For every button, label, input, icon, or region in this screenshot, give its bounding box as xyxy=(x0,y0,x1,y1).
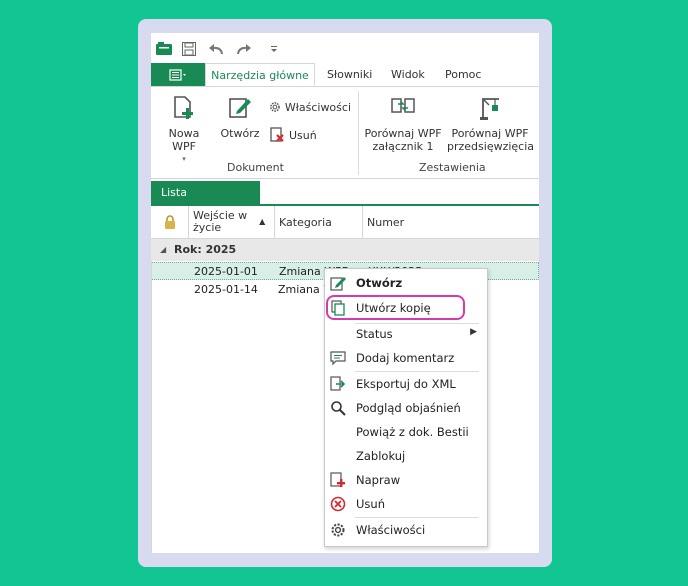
document-tab-strip: Lista dokumentów xyxy=(151,179,539,222)
file-menu-icon xyxy=(169,68,186,81)
ribbon-separator xyxy=(358,91,359,175)
highlight-outline xyxy=(326,295,465,320)
menu-item-add-comment[interactable]: Dodaj komentarz xyxy=(325,347,487,369)
menu-item-add-comment-label: Dodaj komentarz xyxy=(356,351,455,365)
tab-lista-dokumentow[interactable]: Lista dokumentów xyxy=(151,181,260,222)
column-effective-date[interactable]: Wejście w życie ▲ xyxy=(189,206,275,238)
group-row-year[interactable]: ◢ Rok: 2025 xyxy=(151,239,539,261)
properties-label: Właściwości xyxy=(284,100,351,114)
menu-item-properties[interactable]: Właściwości xyxy=(325,519,487,541)
app-icon[interactable] xyxy=(156,41,172,57)
delete-label: Usuń xyxy=(289,128,317,142)
properties-button[interactable]: Właściwości xyxy=(269,99,351,115)
ribbon-panel: Nowa WPF ▾ Otwórz Właściwości Usuń Dokum… xyxy=(151,87,539,179)
grid-header: Wejście w życie ▲ Kategoria Numer xyxy=(151,206,539,239)
ribbon-tab-bar: Narzędzia główne Słowniki Widok Pomoc xyxy=(151,63,539,87)
repair-icon xyxy=(330,472,346,488)
menu-item-lock-label: Zablokuj xyxy=(356,449,406,463)
tab-narzedzia-glowne[interactable]: Narzędzia główne xyxy=(205,63,315,86)
open-label: Otwórz xyxy=(220,127,260,140)
compare-project-line1: Porównaj WPF xyxy=(451,127,529,140)
export-icon xyxy=(330,376,346,392)
menu-item-lock[interactable]: Zablokuj xyxy=(325,445,487,467)
new-wpf-button[interactable]: Nowa WPF ▾ xyxy=(157,93,211,166)
menu-item-status[interactable]: Status ▶ xyxy=(325,323,487,345)
menu-item-open[interactable]: Otwórz xyxy=(325,272,487,294)
menu-item-delete-label: Usuń xyxy=(356,497,385,511)
menu-item-repair-label: Napraw xyxy=(356,473,401,487)
quick-access-toolbar xyxy=(151,33,539,63)
new-document-icon xyxy=(157,93,211,123)
undo-icon[interactable] xyxy=(207,41,225,57)
collapse-group-icon[interactable]: ◢ xyxy=(160,239,166,261)
customize-icon[interactable] xyxy=(269,41,279,57)
menu-item-delete[interactable]: Usuń xyxy=(325,493,487,515)
crane-icon xyxy=(447,93,533,123)
compare-wpf-project-button[interactable]: Porównaj WPF przedsięwzięcia xyxy=(447,93,535,153)
menu-item-preview-label: Podgląd objaśnień xyxy=(356,401,461,415)
gear-icon xyxy=(330,522,346,538)
magnifier-icon xyxy=(330,400,346,416)
cell-date: 2025-01-01 xyxy=(194,265,258,278)
compare-appendix-line2: załącznik 1 xyxy=(372,140,434,153)
redo-icon[interactable] xyxy=(235,41,253,57)
new-wpf-label: Nowa WPF xyxy=(168,127,200,153)
column-number[interactable]: Numer xyxy=(363,206,539,238)
file-menu-button[interactable] xyxy=(151,63,205,86)
menu-item-status-label: Status xyxy=(356,327,393,341)
menu-separator xyxy=(355,517,479,518)
tab-widok[interactable]: Widok xyxy=(391,63,425,86)
compare-project-line2: przedsięwzięcia xyxy=(447,140,535,153)
gear-icon xyxy=(270,102,280,112)
tab-pomoc[interactable]: Pomoc xyxy=(445,63,481,86)
menu-item-repair[interactable]: Napraw xyxy=(325,469,487,491)
cell-date: 2025-01-14 xyxy=(194,283,258,296)
column-category[interactable]: Kategoria xyxy=(275,206,363,238)
group-reports-label: Zestawienia xyxy=(419,161,486,174)
tab-slowniki[interactable]: Słowniki xyxy=(327,63,372,86)
delete-button[interactable]: Usuń xyxy=(269,127,329,143)
open-button[interactable]: Otwórz xyxy=(219,93,261,140)
group-document-label: Dokument xyxy=(227,161,284,174)
menu-item-properties-label: Właściwości xyxy=(356,523,426,537)
compare-appendix-line1: Porównaj WPF xyxy=(364,127,442,140)
lock-icon xyxy=(164,215,175,229)
grid-left-border xyxy=(151,261,152,553)
save-icon[interactable] xyxy=(181,41,197,57)
menu-separator xyxy=(355,371,479,372)
column-effective-date-line2: życie xyxy=(193,221,222,234)
edit-document-icon xyxy=(219,93,261,123)
menu-item-export-xml-label: Eksportuj do XML xyxy=(356,377,456,391)
menu-item-link-bestia-label: Powiąż z dok. Bestii xyxy=(356,425,469,439)
menu-item-preview-explanations[interactable]: Podgląd objaśnień xyxy=(325,397,487,419)
open-edit-icon xyxy=(330,275,346,291)
delete-document-icon xyxy=(270,127,284,142)
menu-item-open-label: Otwórz xyxy=(356,276,403,290)
submenu-arrow-icon: ▶ xyxy=(470,327,477,337)
compare-wpf-appendix-button[interactable]: Porównaj WPF załącznik 1 xyxy=(363,93,443,153)
menu-item-link-bestia[interactable]: Powiąż z dok. Bestii xyxy=(325,421,487,443)
delete-icon xyxy=(330,496,346,512)
sort-ascending-icon: ▲ xyxy=(259,217,266,226)
lock-column-header[interactable] xyxy=(151,206,189,238)
comment-icon xyxy=(330,350,346,366)
menu-item-export-xml[interactable]: Eksportuj do XML xyxy=(325,373,487,395)
compare-documents-icon xyxy=(363,93,443,123)
group-label: Rok: 2025 xyxy=(174,243,237,256)
dropdown-arrow-icon: ▾ xyxy=(182,155,186,163)
